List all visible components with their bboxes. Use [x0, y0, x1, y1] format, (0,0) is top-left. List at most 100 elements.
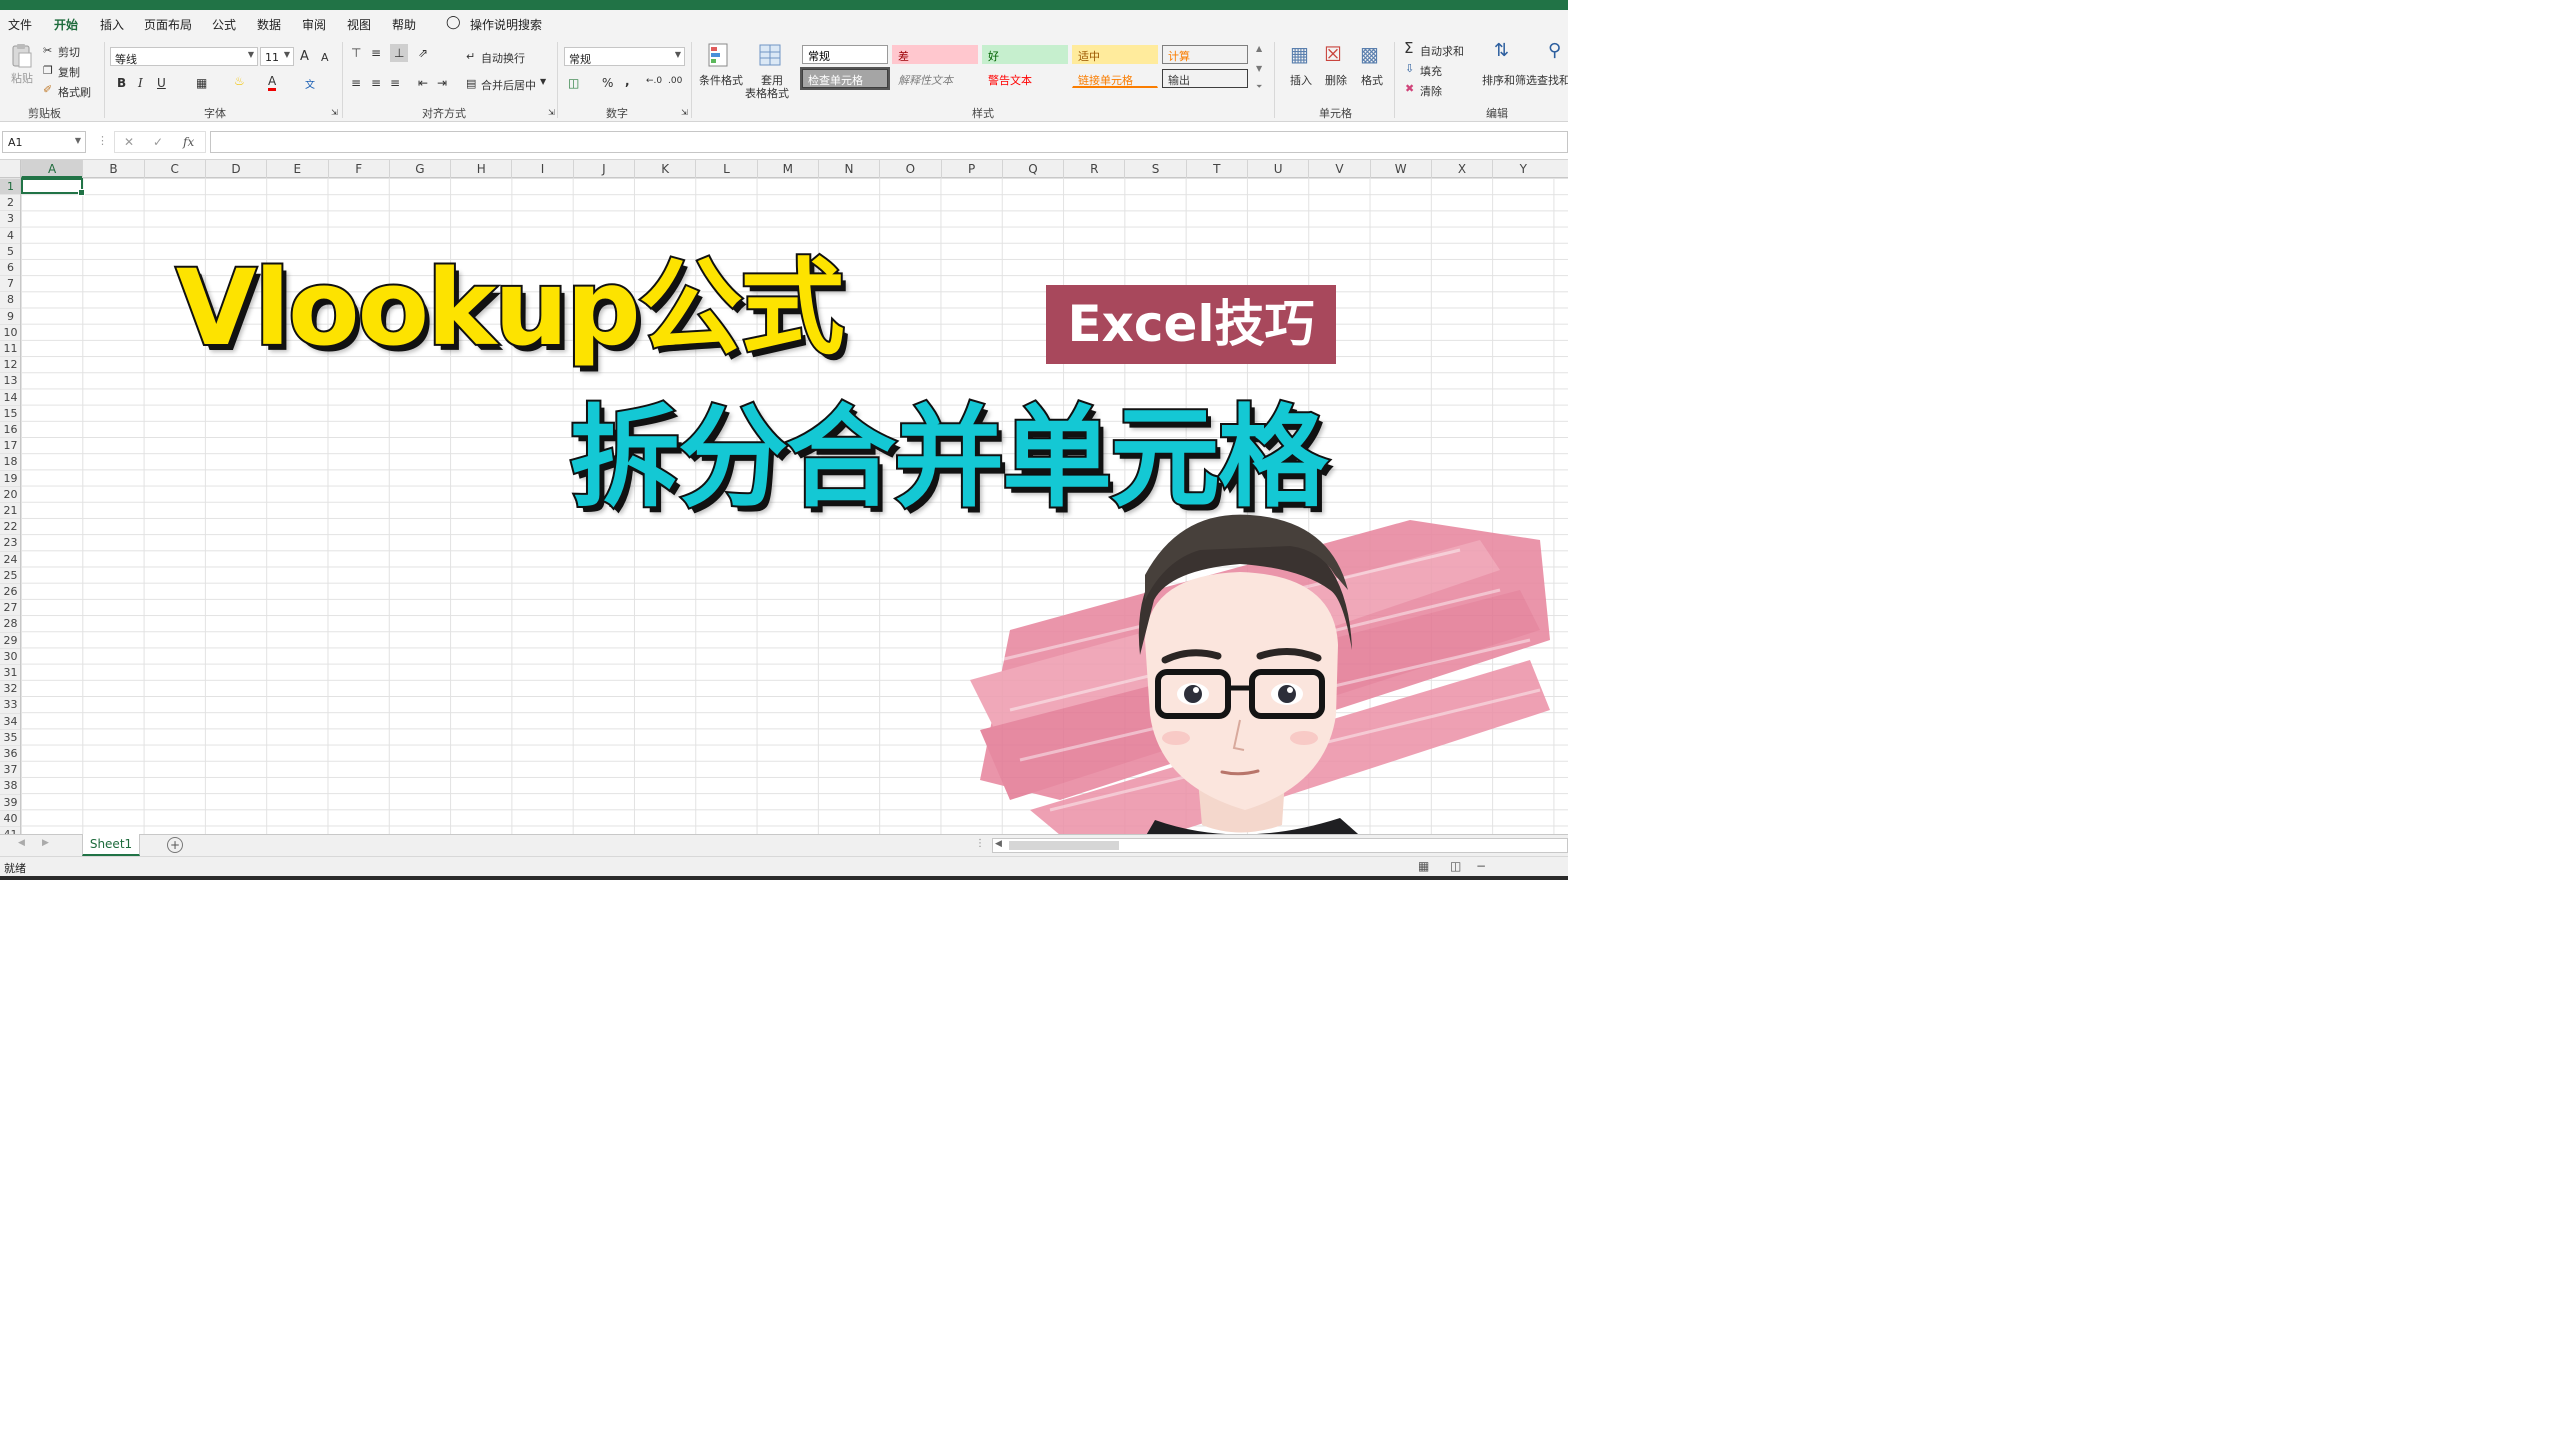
insert-cells-button[interactable]: 插入 [1290, 72, 1312, 88]
format-as-table-icon[interactable] [758, 42, 784, 70]
merge-center-icon[interactable]: ▤ [466, 77, 476, 90]
find-icon[interactable]: ⚲ [1548, 40, 1561, 61]
clear-button[interactable]: 清除 [1420, 83, 1442, 99]
decrease-indent-icon[interactable]: ⇤ [418, 76, 428, 90]
format-cells-button[interactable]: 格式 [1361, 72, 1383, 88]
row-header[interactable]: 23 [0, 534, 20, 550]
format-cells-icon[interactable]: ▩ [1360, 42, 1379, 66]
row-header[interactable]: 14 [0, 388, 20, 405]
delete-cells-button[interactable]: 删除 [1325, 72, 1347, 88]
column-header[interactable]: P [940, 160, 1002, 178]
cell-style-option[interactable]: 计算 [1162, 45, 1248, 64]
column-header[interactable]: C [143, 160, 205, 178]
row-header[interactable]: 25 [0, 566, 20, 583]
copy-icon[interactable]: ❐ [43, 64, 53, 77]
row-header[interactable]: 28 [0, 615, 20, 631]
row-header[interactable]: 3 [0, 210, 20, 226]
active-cell-a1[interactable] [21, 178, 85, 196]
row-header[interactable]: 6 [0, 259, 20, 275]
align-center-icon[interactable]: ≡ [371, 76, 381, 90]
row-header[interactable]: 7 [0, 275, 20, 291]
tab-data[interactable]: 数据 [257, 16, 281, 33]
column-header[interactable]: I [511, 160, 572, 178]
column-header[interactable]: H [450, 160, 511, 178]
format-painter-button[interactable]: 格式刷 [58, 84, 91, 100]
gallery-more-icon[interactable]: ⏷ [1256, 82, 1262, 92]
tab-view[interactable]: 视图 [347, 16, 371, 33]
cell-style-option[interactable]: 解释性文本 [892, 69, 978, 88]
cell-style-option[interactable]: 差 [892, 45, 978, 64]
conditional-formatting-button[interactable]: 条件格式 [699, 72, 743, 88]
phonetic-icon[interactable]: 文 [305, 76, 315, 91]
row-header[interactable]: 17 [0, 437, 20, 453]
zoom-out-icon[interactable]: − [1476, 859, 1486, 873]
delete-cells-icon[interactable]: ☒ [1324, 42, 1342, 66]
cancel-icon[interactable]: ✕ [124, 135, 134, 149]
tab-split-handle-icon[interactable]: ⋮ [975, 838, 985, 849]
column-header[interactable]: T [1185, 160, 1247, 178]
select-all-corner[interactable] [0, 160, 21, 178]
row-header[interactable]: 41 [0, 826, 20, 834]
insert-cells-icon[interactable]: ▦ [1290, 42, 1309, 66]
tab-help[interactable]: 帮助 [392, 16, 416, 33]
column-header[interactable]: O [879, 160, 940, 178]
row-header[interactable]: 4 [0, 226, 20, 243]
column-header[interactable]: A [21, 160, 83, 178]
row-header[interactable]: 39 [0, 793, 20, 810]
copy-button[interactable]: 复制 [58, 64, 80, 80]
number-format-select[interactable]: 常规 ▼ [564, 47, 685, 66]
column-header[interactable]: S [1124, 160, 1185, 178]
format-as-table-label-2[interactable]: 表格格式 [745, 85, 789, 101]
autosum-button[interactable]: 自动求和 [1420, 43, 1464, 59]
row-header[interactable]: 1 [0, 178, 20, 195]
row-header[interactable]: 15 [0, 404, 20, 421]
row-header[interactable]: 37 [0, 761, 20, 777]
column-header[interactable]: F [327, 160, 389, 178]
column-header[interactable]: M [756, 160, 818, 178]
shrink-font-button[interactable]: A [321, 51, 329, 64]
row-header[interactable]: 8 [0, 291, 20, 307]
column-header[interactable]: K [634, 160, 695, 178]
align-left-icon[interactable]: ≡ [351, 76, 361, 90]
column-header[interactable]: E [266, 160, 327, 178]
cut-button[interactable]: 剪切 [58, 44, 80, 60]
chevron-down-icon[interactable]: ▼ [540, 77, 546, 86]
clear-icon[interactable]: ✖ [1405, 82, 1414, 95]
column-header[interactable]: R [1063, 160, 1124, 178]
comma-button[interactable]: , [625, 74, 630, 88]
cell-style-option[interactable]: 输出 [1162, 69, 1248, 88]
scroll-tabs-left-icon[interactable]: ◀ [18, 838, 25, 848]
column-header[interactable]: W [1369, 160, 1431, 178]
bold-button[interactable]: B [117, 76, 126, 90]
wrap-text-button[interactable]: 自动换行 [481, 50, 525, 66]
enter-icon[interactable]: ✓ [153, 135, 163, 149]
sheet-tab-sheet1[interactable]: Sheet1 [82, 834, 140, 856]
row-header[interactable]: 5 [0, 242, 20, 259]
row-header[interactable]: 31 [0, 664, 20, 680]
column-header[interactable]: V [1308, 160, 1369, 178]
row-header[interactable]: 19 [0, 469, 20, 486]
scroll-tabs-right-icon[interactable]: ▶ [42, 838, 49, 848]
borders-icon[interactable]: ▦ [196, 76, 207, 90]
cell-style-option[interactable]: 适中 [1072, 45, 1158, 64]
column-header[interactable]: J [572, 160, 634, 178]
accounting-format-icon[interactable]: ◫ [568, 76, 579, 90]
row-header[interactable]: 20 [0, 485, 20, 502]
tab-insert[interactable]: 插入 [100, 16, 124, 33]
gallery-scroll-down-icon[interactable]: ▼ [1256, 64, 1262, 73]
number-dialog-launcher-icon[interactable]: ⇲ [681, 108, 688, 117]
alignment-dialog-launcher-icon[interactable]: ⇲ [548, 108, 555, 117]
sort-filter-icon[interactable]: ⇅ [1494, 40, 1509, 61]
wrap-text-icon[interactable]: ↵ [466, 50, 475, 63]
row-header[interactable]: 12 [0, 356, 20, 372]
column-header[interactable]: X [1430, 160, 1492, 178]
fill-button[interactable]: 填充 [1420, 63, 1442, 79]
row-header[interactable]: 9 [0, 307, 20, 324]
row-header[interactable]: 36 [0, 745, 20, 761]
column-header[interactable]: D [204, 160, 266, 178]
row-header[interactable]: 24 [0, 550, 20, 567]
row-header[interactable]: 40 [0, 809, 20, 826]
tab-home[interactable]: 开始 [52, 16, 80, 39]
row-header[interactable]: 13 [0, 372, 20, 388]
align-bottom-icon[interactable]: ⊥ [390, 44, 409, 62]
